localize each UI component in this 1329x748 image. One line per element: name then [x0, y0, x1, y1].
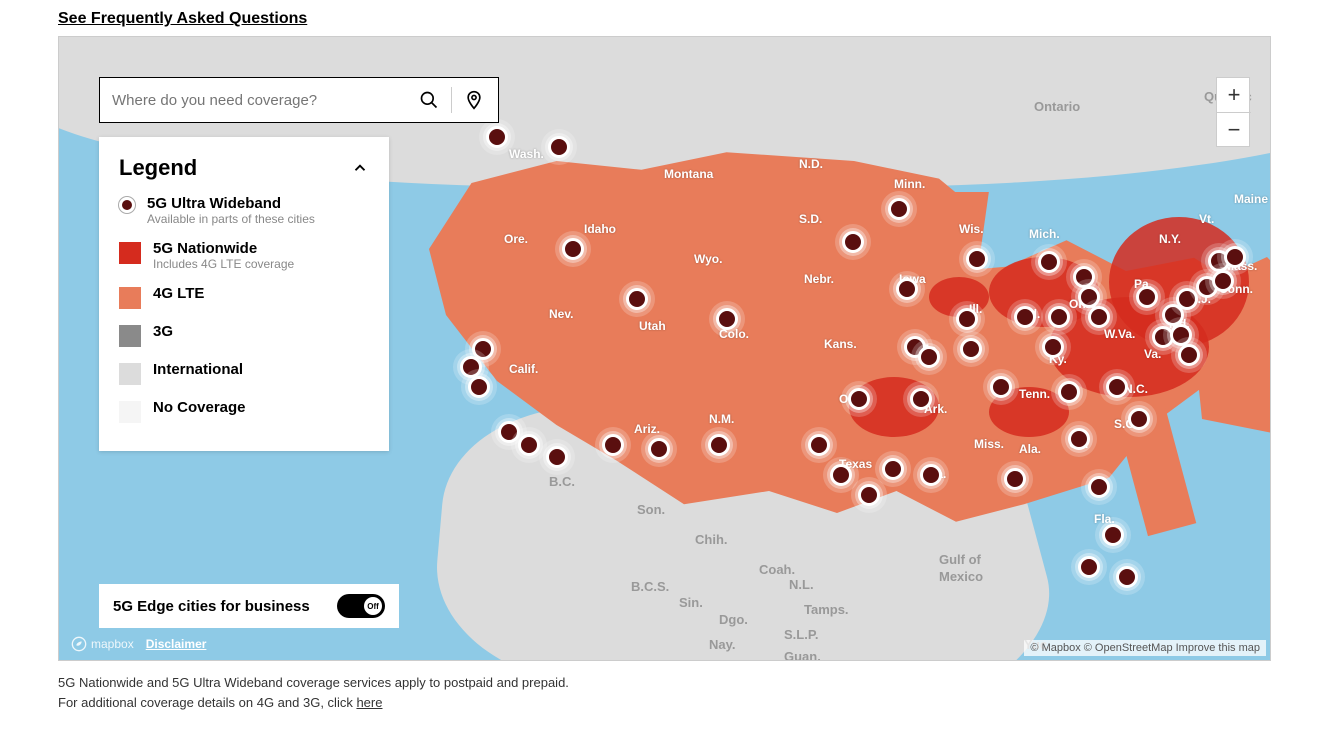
city-marker[interactable] — [1170, 324, 1192, 346]
city-marker[interactable] — [546, 446, 568, 468]
divider — [451, 87, 452, 113]
toggle-state: Off — [364, 597, 382, 615]
legend-swatch — [119, 363, 141, 385]
city-marker[interactable] — [708, 434, 730, 456]
attribution-left: mapbox Disclaimer — [71, 636, 206, 652]
city-marker[interactable] — [1004, 468, 1026, 490]
edge-toggle-label: 5G Edge cities for business — [113, 598, 310, 615]
legend-label: 5G Ultra Wideband — [147, 195, 315, 212]
legend-item: 5G NationwideIncludes 4G LTE coverage — [119, 240, 369, 271]
city-marker[interactable] — [1116, 566, 1138, 588]
city-marker[interactable] — [1176, 288, 1198, 310]
legend-toggle[interactable]: Legend — [119, 155, 369, 181]
zoom-controls: + − — [1216, 77, 1250, 147]
city-marker[interactable] — [1128, 408, 1150, 430]
city-marker[interactable] — [1088, 476, 1110, 498]
city-marker[interactable] — [518, 434, 540, 456]
city-marker[interactable] — [1014, 306, 1036, 328]
city-marker[interactable] — [842, 231, 864, 253]
city-marker[interactable] — [1038, 251, 1060, 273]
legend-label: No Coverage — [153, 399, 246, 416]
legend-sublabel: Available in parts of these cities — [147, 212, 315, 226]
city-marker[interactable] — [1102, 524, 1124, 546]
city-marker[interactable] — [1078, 286, 1100, 308]
city-marker[interactable] — [1224, 246, 1246, 268]
city-marker[interactable] — [562, 238, 584, 260]
legend-swatch — [119, 401, 141, 423]
legend-label: 4G LTE — [153, 285, 204, 302]
city-marker[interactable] — [1048, 306, 1070, 328]
city-marker[interactable] — [990, 376, 1012, 398]
city-marker[interactable] — [896, 278, 918, 300]
footer-text: 5G Nationwide and 5G Ultra Wideband cove… — [58, 673, 1271, 712]
legend-item: 5G Ultra WidebandAvailable in parts of t… — [119, 195, 369, 226]
city-marker[interactable] — [468, 376, 490, 398]
legend-label: International — [153, 361, 243, 378]
city-marker[interactable] — [548, 136, 570, 158]
legend-item: No Coverage — [119, 399, 369, 423]
legend-label: 5G Nationwide — [153, 240, 294, 257]
legend-label: 3G — [153, 323, 173, 340]
city-marker[interactable] — [602, 434, 624, 456]
city-marker[interactable] — [808, 434, 830, 456]
city-marker[interactable] — [1212, 270, 1234, 292]
legend-item: 4G LTE — [119, 285, 369, 309]
city-marker[interactable] — [848, 388, 870, 410]
city-marker[interactable] — [1136, 286, 1158, 308]
legend-panel: Legend 5G Ultra WidebandAvailable in par… — [99, 137, 389, 451]
city-marker[interactable] — [1088, 306, 1110, 328]
city-marker[interactable] — [1078, 556, 1100, 578]
coverage-map[interactable]: Wash.Ore.Calif.IdahoNev.UtahAriz.Montana… — [58, 36, 1271, 661]
locate-me-icon[interactable] — [462, 88, 486, 112]
legend-swatch — [119, 287, 141, 309]
city-marker[interactable] — [626, 288, 648, 310]
city-marker[interactable] — [918, 346, 940, 368]
city-marker[interactable] — [716, 308, 738, 330]
legend-swatch — [119, 242, 141, 264]
city-marker[interactable] — [1073, 266, 1095, 288]
city-marker[interactable] — [910, 388, 932, 410]
faq-link[interactable]: See Frequently Asked Questions — [58, 0, 1271, 36]
city-marker[interactable] — [882, 458, 904, 480]
edge-toggle-panel: 5G Edge cities for business Off — [99, 584, 399, 628]
legend-title: Legend — [119, 155, 197, 181]
city-marker[interactable] — [920, 464, 942, 486]
disclaimer-link[interactable]: Disclaimer — [146, 637, 207, 651]
city-marker[interactable] — [460, 356, 482, 378]
city-marker[interactable] — [956, 308, 978, 330]
zoom-out-button[interactable]: − — [1217, 112, 1251, 146]
city-marker[interactable] — [1068, 428, 1090, 450]
search-icon[interactable] — [417, 88, 441, 112]
us-coverage-area — [429, 117, 1271, 557]
city-marker[interactable] — [858, 484, 880, 506]
city-marker[interactable] — [1178, 344, 1200, 366]
attribution-right[interactable]: © Mapbox © OpenStreetMap Improve this ma… — [1024, 640, 1266, 656]
city-marker[interactable] — [1058, 381, 1080, 403]
chevron-up-icon — [351, 159, 369, 177]
city-marker[interactable] — [1042, 336, 1064, 358]
city-marker[interactable] — [498, 421, 520, 443]
edge-toggle-switch[interactable]: Off — [337, 594, 385, 618]
city-marker[interactable] — [486, 126, 508, 148]
city-marker[interactable] — [966, 248, 988, 270]
coverage-details-link[interactable]: here — [356, 695, 382, 710]
city-marker[interactable] — [1106, 376, 1128, 398]
legend-sublabel: Includes 4G LTE coverage — [153, 257, 294, 271]
city-marker[interactable] — [830, 464, 852, 486]
legend-item: 3G — [119, 323, 369, 347]
legend-item: International — [119, 361, 369, 385]
search-box — [99, 77, 499, 123]
search-input[interactable] — [112, 92, 417, 109]
legend-swatch — [119, 325, 141, 347]
city-marker[interactable] — [888, 198, 910, 220]
legend-swatch — [119, 197, 135, 213]
zoom-in-button[interactable]: + — [1217, 78, 1251, 112]
city-marker[interactable] — [960, 338, 982, 360]
mapbox-logo[interactable]: mapbox — [71, 636, 134, 652]
city-marker[interactable] — [648, 438, 670, 460]
